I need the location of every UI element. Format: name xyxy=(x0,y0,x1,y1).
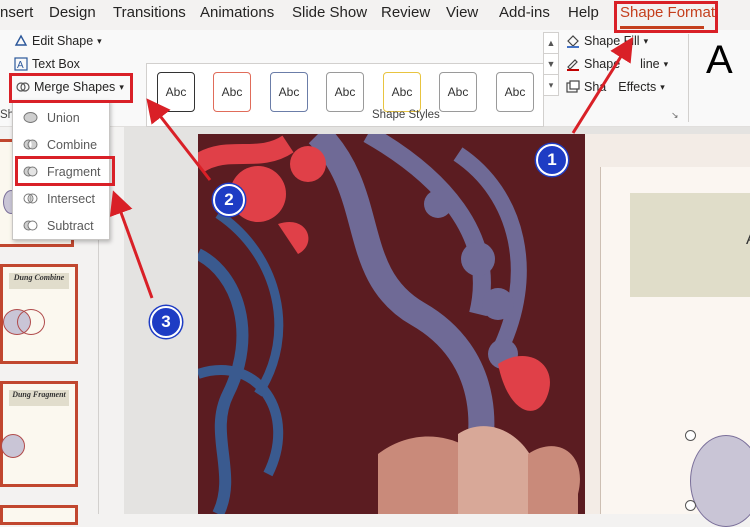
callout-badge-1: 1 xyxy=(536,144,568,176)
tab-animations[interactable]: Animations xyxy=(200,4,274,21)
edit-shape-icon xyxy=(14,34,28,46)
menu-item-label: Intersect xyxy=(47,191,95,206)
dialog-launcher-icon[interactable]: ↘ xyxy=(671,110,679,121)
shape-style-1[interactable]: Abc xyxy=(157,72,195,112)
combine-icon xyxy=(23,139,38,150)
gallery-scroll-up-icon[interactable]: ▲ xyxy=(543,32,559,54)
subtract-icon xyxy=(23,220,38,231)
shape-style-3[interactable]: Abc xyxy=(270,72,308,112)
shape-style-5[interactable]: Abc xyxy=(383,72,421,112)
shape-fill-button[interactable]: Shape Fill ▾ xyxy=(566,34,648,48)
selection-handle[interactable] xyxy=(685,500,696,511)
thumbnail-slide-2[interactable]: Dung Combine xyxy=(0,264,78,364)
chevron-down-icon: ▾ xyxy=(663,58,669,69)
highlight-fragment-item xyxy=(15,156,115,186)
menu-item-label: Combine xyxy=(47,137,98,152)
menu-item-subtract[interactable]: Subtract xyxy=(23,218,94,233)
shape-effects-label-head: Sha xyxy=(584,80,607,94)
highlight-merge-shapes-button xyxy=(9,73,133,103)
tab-transitions[interactable]: Transitions xyxy=(113,4,186,21)
thumbnail-circle xyxy=(1,434,25,458)
slide-title-text: A xyxy=(746,231,750,249)
shape-effects-label-tail: Effects xyxy=(618,80,657,94)
intersect-icon xyxy=(23,193,38,204)
tab-help[interactable]: Help xyxy=(568,4,599,21)
tab-design[interactable]: Design xyxy=(49,4,96,21)
menu-item-label: Subtract xyxy=(47,218,94,233)
shape-outline-label-tail: line xyxy=(640,57,660,71)
wordart-quick-style[interactable]: A xyxy=(706,38,733,83)
paint-bucket-icon xyxy=(567,35,579,48)
text-box-label: Text Box xyxy=(32,57,80,71)
shape-effects-button[interactable]: Sha Effects ▾ xyxy=(566,80,665,94)
shape-styles-group-label: Shape Styles xyxy=(372,109,440,121)
tab-review[interactable]: Review xyxy=(381,4,430,21)
menu-item-intersect[interactable]: Intersect xyxy=(23,191,95,206)
slide-title-box[interactable]: A xyxy=(630,193,750,297)
edit-shape-button[interactable]: Edit Shape ▾ xyxy=(14,34,102,48)
menu-item-label: Union xyxy=(47,110,80,125)
thumbnail-title: Dung Fragment xyxy=(9,390,69,406)
tab-add-ins[interactable]: Add-ins xyxy=(499,4,550,21)
chevron-down-icon: ▾ xyxy=(643,35,649,46)
shape-style-7[interactable]: Abc xyxy=(496,72,534,112)
pen-icon xyxy=(567,59,579,71)
shape-style-6[interactable]: Abc xyxy=(439,72,477,112)
gallery-scroll-down-icon[interactable]: ▼ xyxy=(543,53,559,75)
shape-outline-label-visible: Shape xyxy=(584,57,621,71)
callout-badge-2: 2 xyxy=(213,184,245,216)
menu-item-combine[interactable]: Combine xyxy=(23,137,97,152)
tab-insert[interactable]: nsert xyxy=(0,4,33,21)
tab-slide-show[interactable]: Slide Show xyxy=(292,4,367,21)
shape-outline-button[interactable]: Shape line ▾ xyxy=(566,57,668,71)
edit-shape-label: Edit Shape xyxy=(32,34,94,48)
text-box-icon: A xyxy=(14,57,28,71)
thumbnail-slide-4[interactable] xyxy=(0,505,78,525)
gallery-more-icon[interactable]: ▾ xyxy=(543,74,559,96)
tab-view[interactable]: View xyxy=(446,4,478,21)
chevron-down-icon: ▾ xyxy=(660,81,665,92)
shape-effects-icon xyxy=(566,80,580,93)
thumbnail-slide-3[interactable]: Dung Fragment xyxy=(0,381,78,487)
callout-badge-3: 3 xyxy=(150,306,182,338)
selection-handle[interactable] xyxy=(685,430,696,441)
thumbnail-circle-right xyxy=(17,309,45,335)
menu-item-union[interactable]: Union xyxy=(23,110,80,125)
shape-style-2[interactable]: Abc xyxy=(213,72,251,112)
text-box-button[interactable]: A Text Box xyxy=(14,57,80,71)
union-icon xyxy=(23,112,38,123)
chevron-down-icon: ▾ xyxy=(97,35,102,46)
shape-style-4[interactable]: Abc xyxy=(326,72,364,112)
svg-text:A: A xyxy=(17,60,24,71)
highlight-shape-format-tab xyxy=(614,1,718,33)
ribbon-separator xyxy=(688,34,689,122)
shape-fill-label: Shape Fill xyxy=(584,34,640,48)
thumbnail-title: Dung Combine xyxy=(9,273,69,289)
